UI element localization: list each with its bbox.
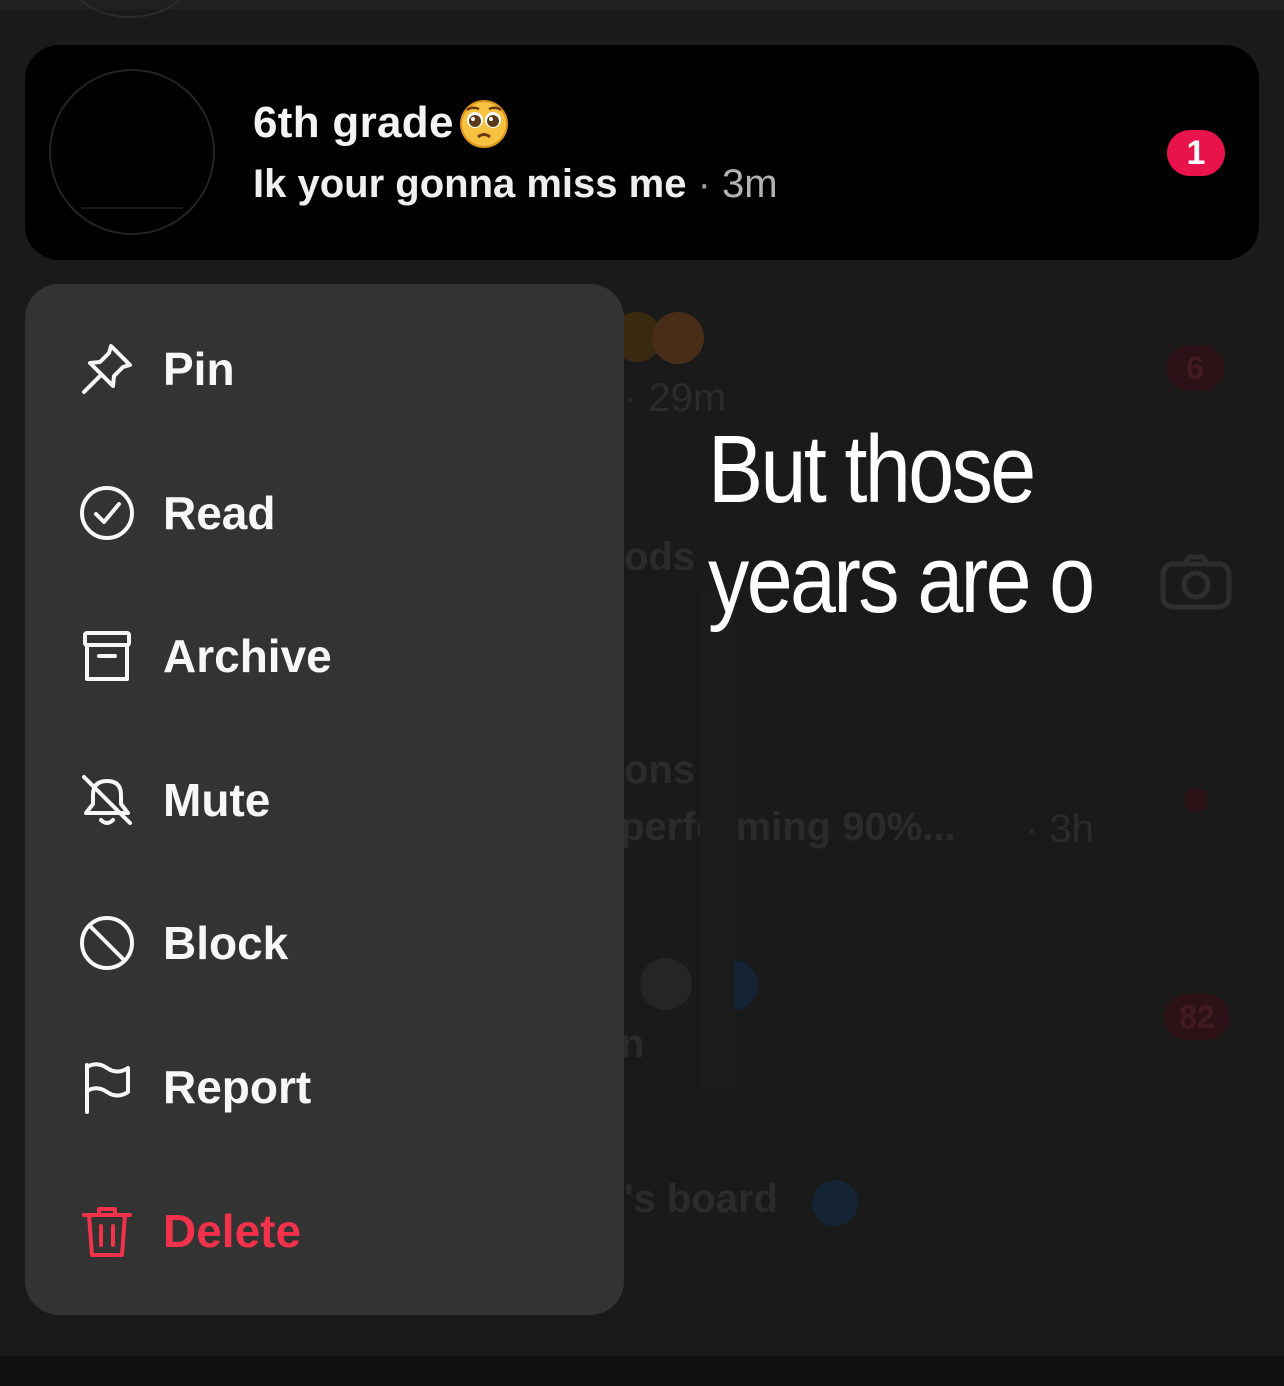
last-message-text: Ik your gonna miss me bbox=[253, 162, 687, 206]
overlay-caption: But those years are o bbox=[708, 416, 1095, 633]
selected-conversation-row[interactable]: 6th grade Ik your gonna miss me · 3m 1 bbox=[25, 45, 1259, 260]
bell-off-icon bbox=[77, 770, 137, 830]
menu-item-report[interactable]: Report bbox=[25, 1032, 624, 1142]
ghost-avatar-dot bbox=[640, 958, 692, 1010]
ghost-unread-badge: 82 bbox=[1164, 994, 1230, 1040]
menu-item-label: Delete bbox=[163, 1205, 302, 1257]
dim-divider bbox=[700, 590, 734, 1090]
conversation-context-menu: Pin Read Archive Mute Block Report Delet… bbox=[25, 284, 624, 1315]
menu-item-read[interactable]: Read bbox=[25, 458, 624, 568]
ghost-unread-dot bbox=[1184, 788, 1208, 812]
ghost-avatar-dot bbox=[652, 312, 704, 364]
ghost-emoji-dot bbox=[812, 1180, 858, 1226]
menu-item-label: Report bbox=[163, 1061, 312, 1113]
bottom-edge bbox=[0, 1356, 1284, 1386]
pin-icon bbox=[77, 339, 137, 399]
ghost-text: 's board bbox=[624, 1177, 778, 1221]
menu-item-block[interactable]: Block bbox=[25, 888, 624, 998]
block-icon bbox=[77, 913, 137, 973]
menu-item-label: Pin bbox=[163, 343, 235, 395]
flag-icon bbox=[77, 1057, 137, 1117]
top-list-edge bbox=[0, 0, 1284, 10]
conversation-avatar[interactable] bbox=[49, 69, 215, 235]
ghost-text: ons bbox=[624, 748, 696, 792]
screen: · 29m 6 ods ons performing 90%... · 3h 8… bbox=[0, 0, 1284, 1386]
message-time: 3m bbox=[722, 162, 778, 206]
menu-item-archive[interactable]: Archive bbox=[25, 601, 624, 711]
ghost-text: · 3h bbox=[1025, 807, 1094, 851]
separator-dot: · bbox=[697, 162, 711, 206]
menu-item-label: Read bbox=[163, 487, 276, 539]
archive-icon bbox=[77, 626, 137, 686]
unread-badge: 1 bbox=[1167, 130, 1225, 176]
ghost-text: ods bbox=[624, 535, 696, 579]
pleading-face-emoji bbox=[459, 100, 508, 148]
camera-icon bbox=[1160, 554, 1232, 610]
menu-item-label: Archive bbox=[163, 630, 332, 682]
check-circle-icon bbox=[77, 483, 137, 543]
menu-item-delete[interactable]: Delete bbox=[25, 1176, 624, 1286]
ghost-text: performing 90%... bbox=[620, 805, 956, 849]
conversation-name: 6th grade bbox=[253, 98, 454, 147]
conversation-title: 6th grade bbox=[253, 97, 510, 149]
ghost-unread-badge: 6 bbox=[1166, 345, 1224, 391]
trash-icon bbox=[77, 1201, 137, 1261]
menu-item-label: Block bbox=[163, 917, 289, 969]
menu-item-mute[interactable]: Mute bbox=[25, 745, 624, 855]
menu-item-label: Mute bbox=[163, 774, 271, 826]
conversation-preview: Ik your gonna miss me · 3m bbox=[253, 162, 778, 207]
menu-item-pin[interactable]: Pin bbox=[25, 314, 624, 424]
